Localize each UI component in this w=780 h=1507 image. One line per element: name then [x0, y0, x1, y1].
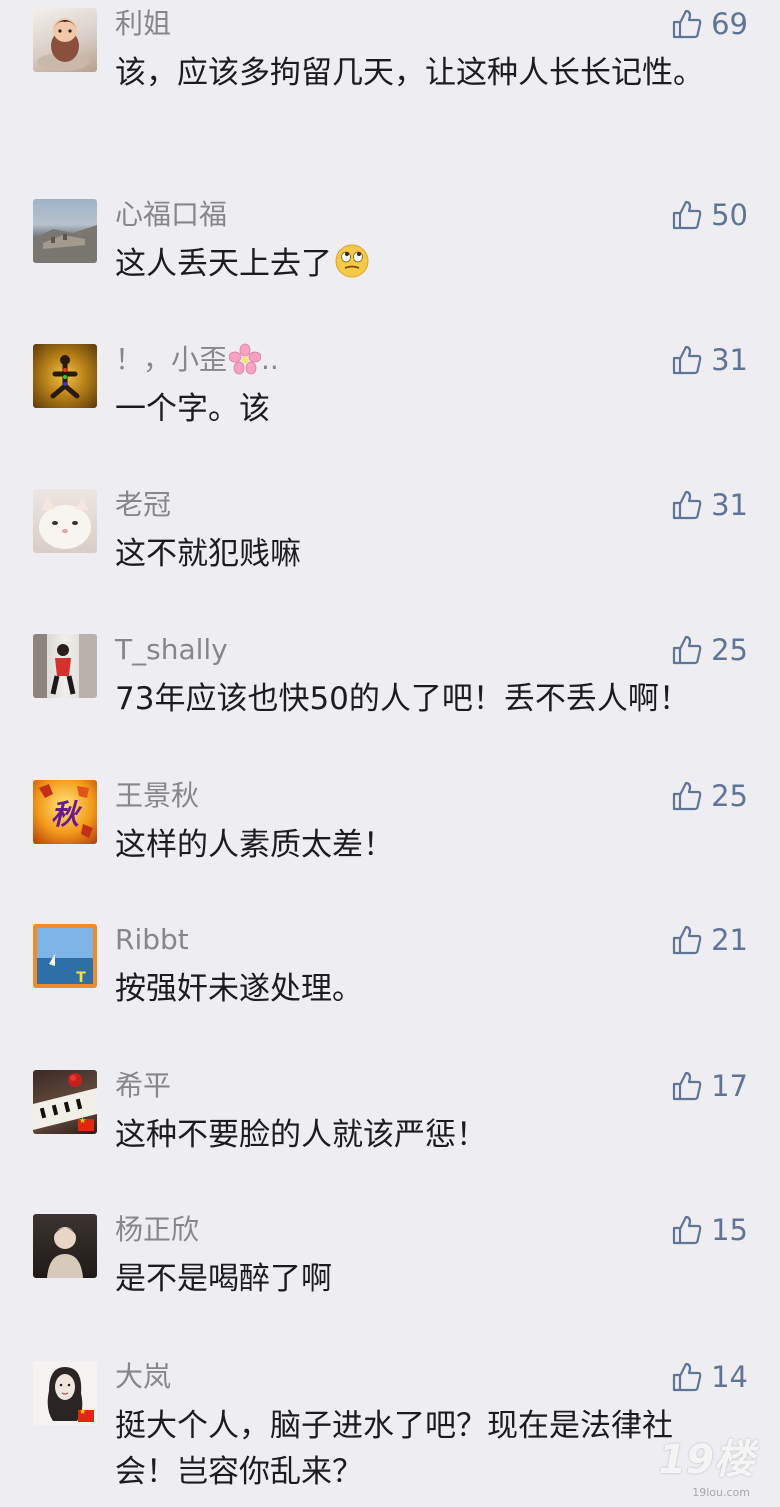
avatar[interactable] — [33, 1361, 97, 1425]
thumbs-up-icon — [672, 635, 702, 665]
like-count: 25 — [711, 633, 748, 667]
comment-text: 这人丢天上去了 — [115, 241, 715, 287]
watermark-url: 19lou.com — [692, 1486, 750, 1499]
like-count: 14 — [711, 1360, 748, 1394]
comment-text: 一个字。该 — [115, 391, 270, 427]
avatar[interactable] — [33, 1070, 97, 1134]
thumbs-up-icon — [672, 925, 702, 955]
thumbs-up-icon — [672, 781, 702, 811]
like-button[interactable]: 17 — [671, 1068, 748, 1104]
svg-text:T: T — [76, 970, 86, 986]
like-button[interactable]: 15 — [671, 1212, 748, 1248]
comment-text: 73年应该也快50的人了吧！丢不丢人啊！ — [115, 681, 690, 717]
like-button[interactable]: 69 — [671, 6, 748, 42]
like-button[interactable]: 50 — [671, 197, 748, 233]
thumbs-up-icon — [672, 1362, 702, 1392]
like-count: 31 — [711, 488, 748, 522]
user-name[interactable]: 大岚 — [115, 1357, 171, 1397]
thumbs-up-icon — [672, 345, 702, 375]
comment-text: 这种不要脸的人就该严惩！ — [115, 1117, 487, 1153]
comment-text: 按强奸未遂处理。 — [115, 971, 363, 1007]
svg-text:秋: 秋 — [51, 798, 83, 831]
like-button[interactable]: 14 — [671, 1359, 748, 1395]
like-button[interactable]: 31 — [671, 342, 748, 378]
avatar[interactable] — [33, 634, 97, 698]
like-count: 69 — [711, 7, 748, 41]
thumbs-up-icon — [672, 490, 702, 520]
avatar[interactable]: T — [33, 924, 97, 988]
watermark-logo: 19楼 — [658, 1437, 754, 1483]
like-count: 15 — [711, 1213, 748, 1247]
user-name[interactable]: 老冠 — [115, 485, 171, 525]
user-name[interactable]: 杨正欣 — [115, 1210, 199, 1250]
like-count: 21 — [711, 923, 748, 957]
like-button[interactable]: 25 — [671, 778, 748, 814]
like-button[interactable]: 21 — [671, 922, 748, 958]
rolling-eyes-emoji-icon — [335, 244, 369, 278]
avatar[interactable]: 秋 — [33, 780, 97, 844]
comment-text: 是不是喝醉了啊 — [115, 1261, 332, 1297]
like-count: 17 — [711, 1069, 748, 1103]
user-name[interactable]: Ribbt — [115, 920, 189, 960]
china-flag-icon — [78, 1116, 94, 1131]
thumbs-up-icon — [672, 1071, 702, 1101]
comment-text: 该，应该多拘留几天，让这种人长长记性。 — [115, 55, 704, 91]
avatar[interactable] — [33, 199, 97, 263]
comment-text: 这样的人素质太差！ — [115, 827, 394, 863]
user-name[interactable]: 利姐 — [115, 4, 171, 44]
cherry-blossom-emoji-icon — [228, 343, 262, 375]
like-count: 25 — [711, 779, 748, 813]
avatar[interactable] — [33, 344, 97, 408]
like-count: 50 — [711, 198, 748, 232]
china-flag-icon — [78, 1407, 94, 1422]
like-count: 31 — [711, 343, 748, 377]
user-name[interactable]: T_shally — [115, 630, 228, 670]
like-button[interactable]: 25 — [671, 632, 748, 668]
thumbs-up-icon — [672, 200, 702, 230]
like-button[interactable]: 31 — [671, 487, 748, 523]
user-name[interactable]: 希平 — [115, 1066, 171, 1106]
user-name[interactable]: 心福口福 — [115, 195, 227, 235]
user-name[interactable]: 王景秋 — [115, 776, 199, 816]
avatar[interactable] — [33, 1214, 97, 1278]
user-name[interactable]: ！，小歪 .. — [115, 340, 279, 380]
comment-text: 这不就犯贱嘛 — [115, 536, 301, 572]
comment-text-content: 这人丢天上去了 — [115, 246, 332, 282]
thumbs-up-icon — [672, 1215, 702, 1245]
avatar[interactable] — [33, 489, 97, 553]
avatar[interactable] — [33, 8, 97, 72]
thumbs-up-icon — [672, 9, 702, 39]
comment-text: 挺大个人，脑子进水了吧？现在是法律社会！岂容你乱来？ — [115, 1408, 673, 1490]
